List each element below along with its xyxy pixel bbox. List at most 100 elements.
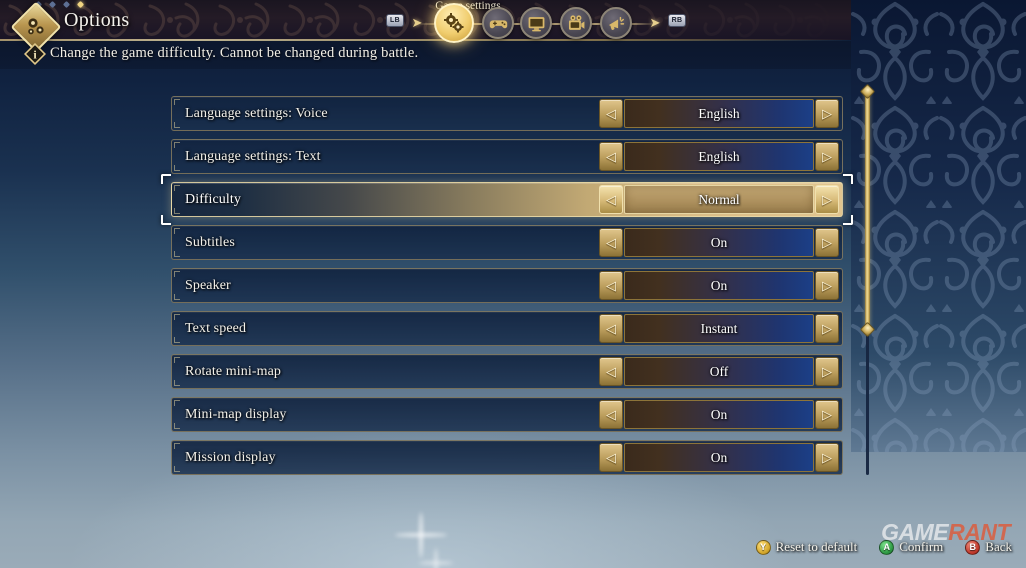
stepper-right-arrow-icon[interactable]: ▷ <box>815 271 839 300</box>
option-value[interactable]: Off <box>624 357 814 386</box>
stepper-right-arrow-icon[interactable]: ▷ <box>815 185 839 214</box>
option-label: Mission display <box>185 449 276 465</box>
scrollbar-thumb[interactable] <box>865 91 870 329</box>
tab-sound[interactable] <box>600 7 632 39</box>
button-prompt-label: Back <box>985 539 1012 554</box>
row-corner <box>174 165 180 171</box>
scrollbar[interactable] <box>859 83 876 475</box>
tab-next-arrow-icon[interactable]: ➤ <box>647 15 663 31</box>
option-stepper[interactable]: ◁ On ▷ <box>599 443 839 472</box>
shoulder-button-rb[interactable]: RB <box>668 14 686 27</box>
description-text: Change the game difficulty. Cannot be ch… <box>50 45 419 61</box>
button-prompt[interactable]: Y Reset to default <box>755 539 858 555</box>
option-row[interactable]: Language settings: Text ◁ English ▷ <box>171 139 843 174</box>
pad-button-b-icon[interactable]: B <box>965 539 981 555</box>
option-stepper[interactable]: ◁ On ▷ <box>599 400 839 429</box>
stepper-left-arrow-icon[interactable]: ◁ <box>599 99 623 128</box>
damask-pattern <box>851 0 1026 452</box>
shoulder-button-lb[interactable]: LB <box>386 14 404 27</box>
option-value[interactable]: On <box>624 228 814 257</box>
option-row[interactable]: Mission display ◁ On ▷ <box>171 440 843 475</box>
monitor-icon <box>528 16 544 31</box>
camera-icon <box>568 14 584 30</box>
options-list: Language settings: Voice ◁ English ▷ Languag… <box>161 96 853 483</box>
pad-button-a-icon[interactable]: A <box>879 539 895 555</box>
row-corner <box>174 466 180 472</box>
row-corner <box>174 228 180 234</box>
tab-game-settings[interactable] <box>434 3 474 43</box>
stepper-left-arrow-icon[interactable]: ◁ <box>599 142 623 171</box>
option-value[interactable]: On <box>624 443 814 472</box>
row-corner <box>174 142 180 148</box>
button-prompt-label: Confirm <box>899 539 944 554</box>
button-prompt[interactable]: B Back <box>965 539 1012 555</box>
row-corner <box>174 337 180 343</box>
option-stepper[interactable]: ◁ Off ▷ <box>599 357 839 386</box>
gears-icon <box>28 18 44 35</box>
option-stepper[interactable]: ◁ Normal ▷ <box>599 185 839 214</box>
option-stepper[interactable]: ◁ Instant ▷ <box>599 314 839 343</box>
button-prompts: Y Reset to default A Confirm B Back <box>755 536 1012 558</box>
tab-camera[interactable] <box>560 7 592 39</box>
ornate-side-panel <box>851 0 1026 452</box>
row-corner <box>174 208 180 214</box>
stepper-right-arrow-icon[interactable]: ▷ <box>815 314 839 343</box>
option-row[interactable]: Speaker ◁ On ▷ <box>171 268 843 303</box>
option-stepper[interactable]: ◁ On ▷ <box>599 271 839 300</box>
option-row[interactable]: Subtitles ◁ On ▷ <box>171 225 843 260</box>
row-corner <box>174 380 180 386</box>
option-row[interactable]: Language settings: Voice ◁ English ▷ <box>171 96 843 131</box>
stepper-left-arrow-icon[interactable]: ◁ <box>599 185 623 214</box>
stepper-right-arrow-icon[interactable]: ▷ <box>815 228 839 257</box>
option-label: Text speed <box>185 320 247 336</box>
option-value[interactable]: English <box>624 99 814 128</box>
option-value[interactable]: On <box>624 271 814 300</box>
page-dot <box>62 0 71 9</box>
row-corner <box>174 294 180 300</box>
stepper-right-arrow-icon[interactable]: ▷ <box>815 99 839 128</box>
option-value[interactable]: Normal <box>624 185 814 214</box>
stepper-right-arrow-icon[interactable]: ▷ <box>815 443 839 472</box>
option-label: Language settings: Voice <box>185 105 328 121</box>
category-tabbar: Game settings LB ➤ ➤ RB <box>386 0 686 43</box>
stepper-left-arrow-icon[interactable]: ◁ <box>599 271 623 300</box>
tab-display[interactable] <box>520 7 552 39</box>
button-prompt-label: Reset to default <box>775 539 858 554</box>
stepper-left-arrow-icon[interactable]: ◁ <box>599 357 623 386</box>
row-corner <box>174 357 180 363</box>
stepper-right-arrow-icon[interactable]: ▷ <box>815 142 839 171</box>
option-label: Subtitles <box>185 234 235 250</box>
tab-controls[interactable] <box>482 7 514 39</box>
megaphone-icon <box>608 16 624 30</box>
tab-prev-arrow-icon[interactable]: ➤ <box>409 15 425 31</box>
option-value[interactable]: English <box>624 142 814 171</box>
option-row[interactable]: Mini-map display ◁ On ▷ <box>171 397 843 432</box>
button-prompt[interactable]: A Confirm <box>879 539 943 555</box>
stepper-left-arrow-icon[interactable]: ◁ <box>599 228 623 257</box>
stepper-left-arrow-icon[interactable]: ◁ <box>599 314 623 343</box>
option-row[interactable]: Text speed ◁ Instant ▷ <box>171 311 843 346</box>
row-corner <box>174 251 180 257</box>
option-label: Rotate mini-map <box>185 363 281 379</box>
option-label: Speaker <box>185 277 231 293</box>
row-corner <box>174 185 180 191</box>
stepper-left-arrow-icon[interactable]: ◁ <box>599 400 623 429</box>
page-title: Options <box>64 9 130 31</box>
page-dot-active <box>76 0 85 9</box>
info-icon: i <box>23 42 47 66</box>
row-corner <box>174 122 180 128</box>
option-label: Language settings: Text <box>185 148 321 164</box>
stepper-right-arrow-icon[interactable]: ▷ <box>815 357 839 386</box>
option-label: Difficulty <box>185 191 241 207</box>
option-value[interactable]: Instant <box>624 314 814 343</box>
pad-button-y-icon[interactable]: Y <box>755 539 771 555</box>
stepper-right-arrow-icon[interactable]: ▷ <box>815 400 839 429</box>
option-row[interactable]: Difficulty ◁ Normal ▷ <box>161 174 853 225</box>
option-row[interactable]: Rotate mini-map ◁ Off ▷ <box>171 354 843 389</box>
option-stepper[interactable]: ◁ On ▷ <box>599 228 839 257</box>
option-stepper[interactable]: ◁ English ▷ <box>599 142 839 171</box>
option-value[interactable]: On <box>624 400 814 429</box>
stepper-left-arrow-icon[interactable]: ◁ <box>599 443 623 472</box>
option-stepper[interactable]: ◁ English ▷ <box>599 99 839 128</box>
row-corner <box>174 423 180 429</box>
